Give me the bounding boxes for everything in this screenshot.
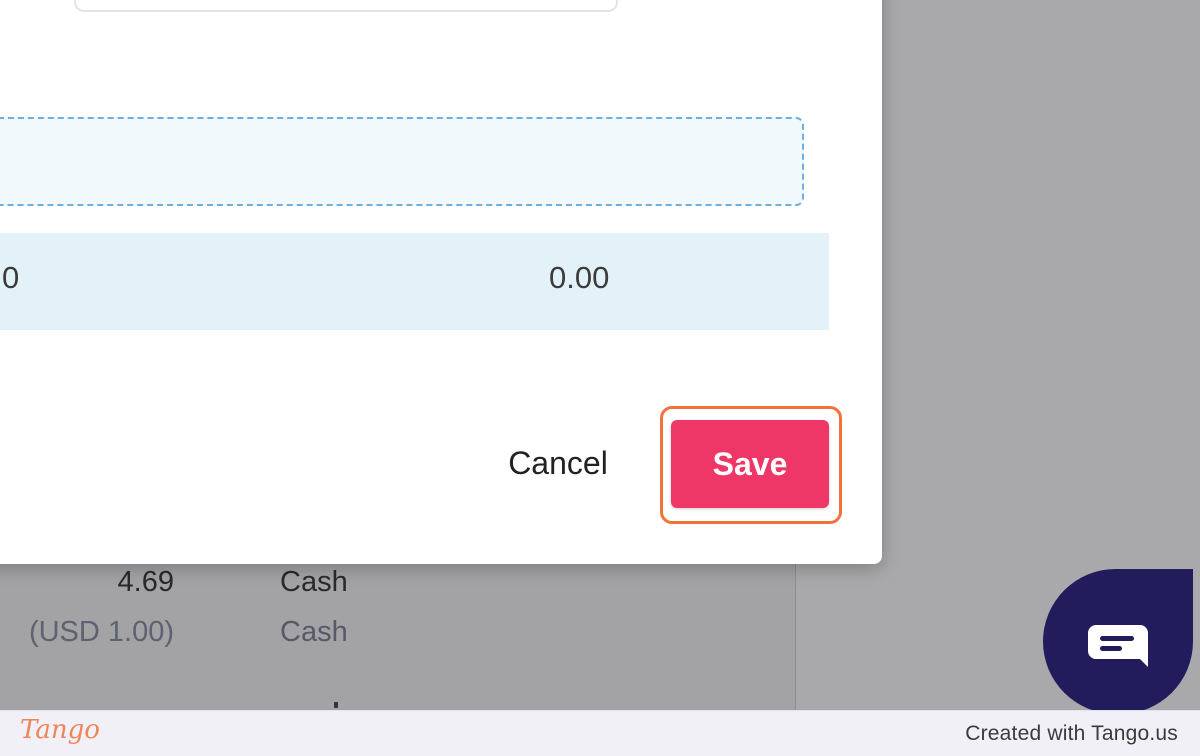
row-value: 0 [2, 260, 20, 295]
cancel-button[interactable]: Cancel [496, 434, 620, 492]
created-with-credit: Created with Tango.us [965, 722, 1178, 745]
tango-logo: Tango [20, 715, 100, 745]
row-amount-value: 0.00 [549, 260, 610, 295]
chat-launcher-button[interactable] [1043, 569, 1193, 714]
top-input-field[interactable] [74, 0, 618, 12]
summary-row [0, 233, 829, 330]
background-amount: (USD 1.00) [28, 616, 174, 648]
background-payment-method: Cash [280, 616, 348, 648]
background-text-fragment [334, 702, 338, 708]
save-button[interactable]: Save [671, 420, 829, 508]
background-amount: 4.69 [117, 566, 174, 598]
tango-footer: Tango Created with Tango.us [0, 710, 1200, 756]
file-drop-zone[interactable] [0, 117, 804, 206]
background-divider [795, 560, 796, 710]
chat-bubble-icon [1088, 625, 1148, 667]
background-payment-method: Cash [280, 566, 348, 598]
